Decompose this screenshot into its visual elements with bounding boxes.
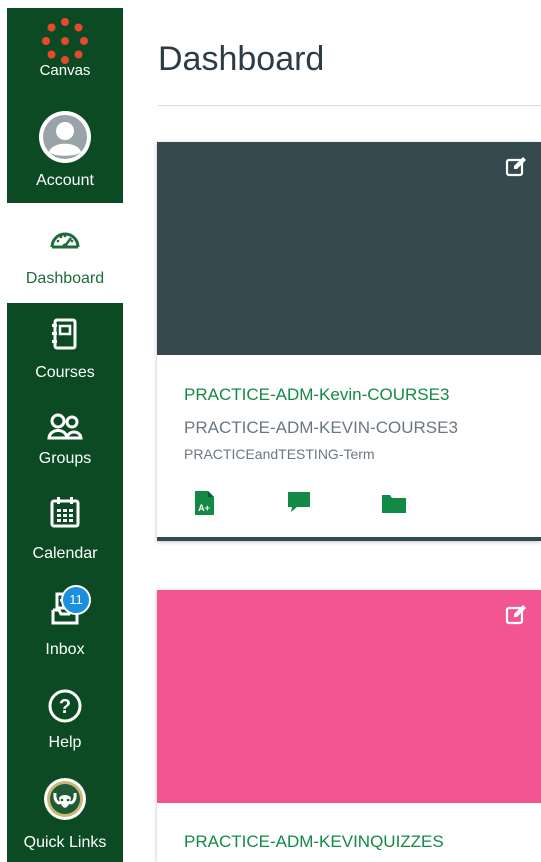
course-card: PRACTICE-ADM-Kevin-COURSE3 PRACTICE-ADM-…	[157, 142, 541, 541]
course-card: PRACTICE-ADM-KEVINQUIZZES	[157, 590, 541, 862]
nav-courses[interactable]: Courses	[7, 310, 123, 390]
course-card-term: PRACTICEandTESTING-Term	[184, 446, 375, 462]
nav-help-label: Help	[48, 734, 82, 751]
nav-courses-label: Courses	[35, 364, 95, 381]
grades-icon[interactable]: A+	[192, 490, 218, 516]
groups-icon	[47, 413, 83, 440]
course-card-hero[interactable]	[157, 142, 541, 355]
canvas-logo-link[interactable]: Canvas	[7, 8, 123, 90]
course-card-title-link[interactable]: PRACTICE-ADM-Kevin-COURSE3	[184, 385, 449, 405]
nav-quick-links[interactable]: Quick Links	[7, 770, 123, 862]
nav-account-label: Account	[36, 172, 94, 189]
nav-calendar-label: Calendar	[32, 545, 98, 562]
svg-text:?: ?	[59, 696, 71, 718]
course-card-code: PRACTICE-ADM-KEVIN-COURSE3	[184, 418, 458, 437]
global-navigation: Canvas Account Dashboard Courses Groups …	[0, 0, 123, 862]
edit-card-icon[interactable]	[505, 604, 527, 626]
files-icon[interactable]	[381, 490, 407, 516]
nav-inbox[interactable]: 11 Inbox	[7, 580, 123, 670]
canvas-logo-label: Canvas	[39, 62, 91, 79]
course-card-hero[interactable]	[157, 590, 541, 803]
inbox-unread-badge: 11	[61, 585, 91, 615]
canvas-logo-icon	[42, 18, 88, 64]
calendar-icon	[50, 497, 80, 528]
nav-quick-links-label: Quick Links	[23, 834, 107, 851]
nav-groups-label: Groups	[38, 450, 92, 467]
dashboard-icon	[50, 232, 80, 249]
svg-text:A+: A+	[198, 503, 210, 513]
ram-logo-icon	[44, 778, 86, 820]
nav-calendar[interactable]: Calendar	[7, 490, 123, 570]
nav-help[interactable]: ? Help	[7, 682, 123, 762]
avatar-icon	[39, 111, 91, 163]
nav-dashboard[interactable]: Dashboard	[7, 205, 123, 302]
page-title: Dashboard	[158, 40, 325, 78]
nav-dashboard-label: Dashboard	[25, 270, 105, 287]
edit-card-icon[interactable]	[505, 156, 527, 178]
nav-groups[interactable]: Groups	[7, 400, 123, 478]
nav-account[interactable]: Account	[7, 103, 123, 201]
title-divider	[158, 105, 541, 106]
courses-icon	[52, 318, 77, 350]
help-icon: ?	[48, 689, 82, 723]
nav-inbox-label: Inbox	[45, 641, 85, 658]
discussions-icon[interactable]	[286, 489, 312, 515]
course-card-title-link[interactable]: PRACTICE-ADM-KEVINQUIZZES	[184, 832, 444, 852]
